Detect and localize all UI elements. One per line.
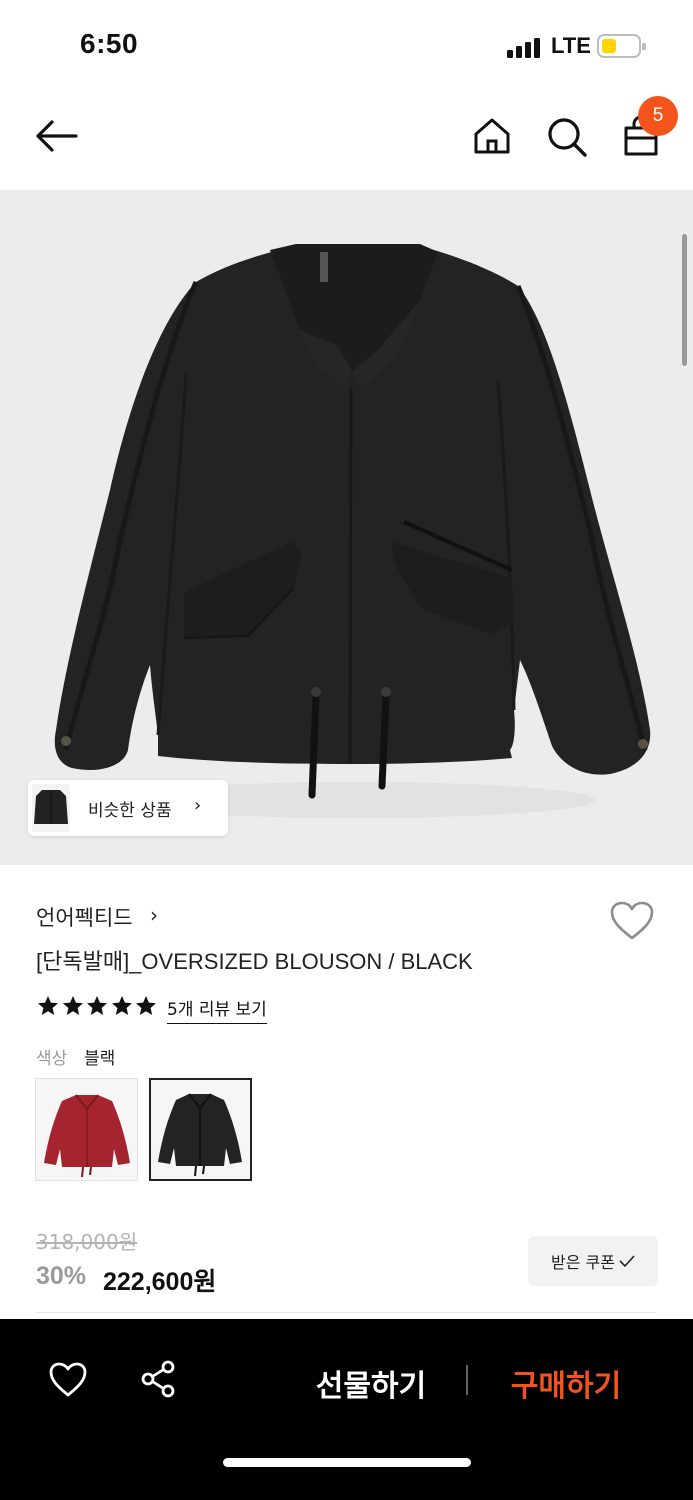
sale-price: 222,600원: [103, 1268, 217, 1296]
received-coupon-button[interactable]: 받은 쿠폰: [528, 1236, 658, 1286]
color-label: 색상: [36, 1049, 68, 1069]
chevron-right-icon: ›: [150, 903, 158, 927]
signal-icon: [507, 36, 543, 58]
search-icon[interactable]: [546, 116, 588, 158]
cart-count-badge: 5: [638, 96, 678, 136]
buy-button[interactable]: 구매하기: [494, 1361, 638, 1405]
similar-products-label: 비슷한 상품: [88, 801, 172, 821]
home-indicator[interactable]: [223, 1458, 471, 1467]
gift-button[interactable]: 선물하기: [296, 1361, 446, 1405]
status-time: 6:50: [80, 28, 139, 59]
battery-icon: [597, 34, 646, 58]
share-icon[interactable]: [139, 1359, 179, 1399]
color-swatch-red[interactable]: [35, 1078, 138, 1181]
review-link[interactable]: 5개 리뷰 보기: [167, 995, 267, 1024]
original-price: 318,000원: [36, 1230, 138, 1254]
app-header: 5: [0, 92, 693, 190]
chevron-right-icon: ›: [194, 795, 202, 816]
coupon-label: 받은 쿠폰: [551, 1253, 615, 1272]
star-icon: [136, 996, 156, 1015]
product-title: [단독발매]_OVERSIZED BLOUSON / BLACK: [36, 949, 473, 974]
similar-products-button[interactable]: 비슷한 상품 ›: [28, 780, 228, 836]
check-icon: [619, 1255, 635, 1268]
heart-icon[interactable]: [48, 1361, 88, 1399]
color-swatch-black[interactable]: [149, 1078, 252, 1181]
status-bar: 6:50 LTE: [0, 0, 693, 92]
star-icon: [38, 996, 58, 1015]
network-label: LTE: [551, 33, 591, 58]
jacket-illustration: [54, 244, 651, 818]
brand-link[interactable]: 언어펙티드: [36, 902, 133, 932]
similar-thumbnail: [32, 784, 70, 832]
heart-icon[interactable]: [609, 900, 655, 942]
back-arrow-icon[interactable]: [34, 118, 80, 154]
selected-color: 블랙: [84, 1049, 116, 1069]
star-icon: [62, 996, 83, 1015]
star-icon: [111, 996, 132, 1015]
action-divider: [466, 1365, 468, 1395]
home-icon[interactable]: [472, 116, 512, 156]
discount-rate: 30%: [36, 1262, 87, 1290]
image-scrollbar[interactable]: [682, 234, 687, 366]
product-image[interactable]: 비슷한 상품 ›: [0, 190, 693, 865]
bottom-action-bar: 선물하기 구매하기: [0, 1319, 693, 1500]
rating-stars: [36, 994, 159, 1020]
star-icon: [87, 996, 107, 1015]
